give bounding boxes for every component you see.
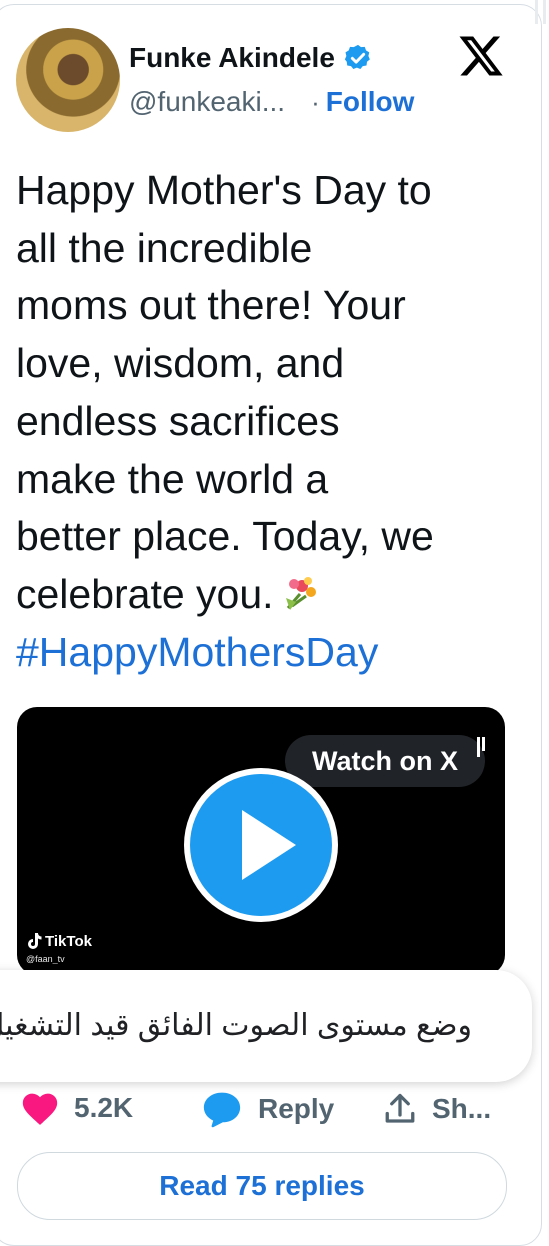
watch-on-x-button[interactable]: Watch on X: [285, 735, 485, 787]
bouquet-icon: [285, 576, 316, 610]
tiktok-handle: @faan_tv: [26, 954, 65, 964]
mute-indicator: [477, 737, 485, 757]
separator-dot: ·: [311, 86, 320, 117]
avatar[interactable]: [16, 28, 120, 132]
heart-icon: [22, 1093, 58, 1125]
like-count: 5.2K: [74, 1092, 134, 1123]
like-button[interactable]: 5.2K: [20, 1090, 133, 1126]
tiktok-logo-icon: [28, 933, 42, 949]
play-icon: [242, 810, 296, 880]
tiktok-brand: TikTok: [26, 932, 92, 950]
video-player[interactable]: Watch on X TikTok @faan_tv: [17, 707, 505, 975]
verified-badge-icon: [344, 44, 370, 69]
volume-toast: وضع مستوى الصوت الفائق قيد التشغيل: [0, 970, 532, 1082]
author-handle[interactable]: @funkeaki...: [129, 86, 285, 118]
tweet-body: Happy Mother's Day to all the incredible…: [16, 167, 434, 617]
reply-button[interactable]: Reply: [200, 1090, 334, 1128]
author-handle-row: @funkeaki... · Follow: [129, 86, 414, 118]
x-logo-icon[interactable]: [456, 32, 506, 80]
follow-button[interactable]: Follow: [326, 86, 415, 118]
scroll-edge: [535, 0, 549, 30]
hashtag-link[interactable]: #HappyMothersDay: [16, 629, 378, 675]
action-bar: 5.2K Reply Sh...: [20, 1090, 520, 1134]
reply-label: Reply: [258, 1093, 335, 1124]
share-button[interactable]: Sh...: [382, 1090, 491, 1128]
toast-text: وضع مستوى الصوت الفائق قيد التشغيل: [0, 1009, 472, 1042]
author-name-row: Funke Akindele: [129, 42, 373, 74]
author-name[interactable]: Funke Akindele: [129, 42, 335, 74]
reply-bubble-icon: [203, 1092, 241, 1128]
tiktok-label: TikTok: [45, 932, 92, 950]
tiktok-watermark: TikTok @faan_tv: [26, 932, 92, 965]
share-upload-icon: [385, 1093, 415, 1123]
tweet-text: Happy Mother's Day to all the incredible…: [16, 162, 516, 681]
share-label: Sh...: [432, 1093, 492, 1124]
read-replies-button[interactable]: Read 75 replies: [17, 1152, 507, 1220]
play-button[interactable]: [184, 768, 338, 922]
